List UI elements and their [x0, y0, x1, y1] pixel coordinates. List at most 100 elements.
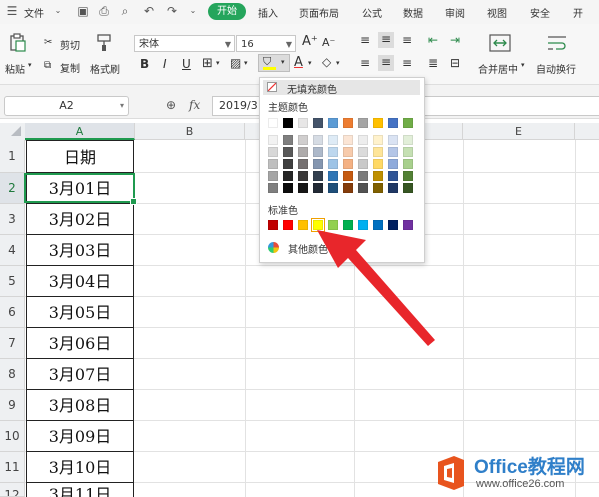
fx-icon[interactable]: fx [189, 98, 200, 112]
column-header-e[interactable]: E [463, 123, 575, 140]
theme-shade-swatch[interactable] [388, 171, 398, 181]
borders-icon[interactable]: ⊞ [202, 56, 213, 71]
theme-color-swatch[interactable] [328, 118, 338, 128]
file-menu[interactable]: 文件 [24, 5, 44, 20]
theme-shade-swatch[interactable] [328, 159, 338, 169]
theme-shade-swatch[interactable] [328, 135, 338, 145]
theme-shade-swatch[interactable] [403, 171, 413, 181]
standard-color-swatch[interactable] [403, 220, 413, 230]
row-header-11[interactable]: 11 [0, 452, 25, 483]
theme-shade-swatch[interactable] [358, 159, 368, 169]
scissors-icon[interactable]: ✂ [44, 37, 52, 48]
theme-shade-swatch[interactable] [268, 147, 278, 157]
theme-shade-swatch[interactable] [373, 147, 383, 157]
row-header-4[interactable]: 4 [0, 235, 25, 266]
theme-color-swatch[interactable] [403, 118, 413, 128]
row-header-7[interactable]: 7 [0, 328, 25, 359]
justify-icon[interactable]: ≣ [428, 56, 438, 70]
theme-shade-swatch[interactable] [268, 135, 278, 145]
tab-more[interactable]: 开 [573, 5, 583, 20]
align-middle-icon[interactable]: ≡ [378, 32, 394, 48]
theme-shade-swatch[interactable] [358, 171, 368, 181]
chevron-down-icon[interactable]: ⌄ [52, 5, 64, 17]
more-colors-option[interactable]: 其他颜色 [263, 240, 420, 256]
row-header-5[interactable]: 5 [0, 266, 25, 297]
theme-shade-swatch[interactable] [283, 171, 293, 181]
align-top-icon[interactable]: ≡ [360, 33, 370, 47]
theme-shade-swatch[interactable] [388, 135, 398, 145]
row-header-3[interactable]: 3 [0, 204, 25, 235]
row-header-1[interactable]: 1 [0, 140, 25, 173]
select-all-corner[interactable] [0, 123, 26, 141]
cell-a11[interactable]: 3月10日 [26, 452, 134, 483]
bold-button[interactable]: B [140, 57, 149, 71]
theme-shade-swatch[interactable] [373, 159, 383, 169]
standard-color-swatch[interactable] [298, 220, 308, 230]
theme-shade-swatch[interactable] [328, 171, 338, 181]
theme-color-swatch[interactable] [268, 118, 278, 128]
theme-shade-swatch[interactable] [298, 159, 308, 169]
tab-insert[interactable]: 插入 [258, 5, 278, 20]
standard-color-swatch[interactable] [268, 220, 278, 230]
tab-data[interactable]: 数据 [403, 5, 423, 20]
standard-color-swatch[interactable] [283, 220, 293, 230]
theme-shade-swatch[interactable] [403, 159, 413, 169]
tab-view[interactable]: 视图 [487, 5, 507, 20]
theme-shade-swatch[interactable] [313, 159, 323, 169]
theme-shade-swatch[interactable] [328, 147, 338, 157]
theme-shade-swatch[interactable] [373, 183, 383, 193]
font-name-select[interactable]: 宋体 ▼ [134, 35, 235, 52]
decrease-font-icon[interactable]: A⁻ [322, 36, 335, 49]
theme-shade-swatch[interactable] [298, 183, 308, 193]
theme-color-swatch[interactable] [358, 118, 368, 128]
wrap-text-button[interactable]: 自动换行 [536, 61, 576, 76]
theme-shade-swatch[interactable] [403, 135, 413, 145]
align-right-icon[interactable]: ≡ [402, 56, 412, 70]
increase-font-icon[interactable]: A⁺ [302, 34, 318, 49]
cell-a9[interactable]: 3月08日 [26, 390, 134, 421]
row-header-9[interactable]: 9 [0, 390, 25, 421]
cell-a7[interactable]: 3月06日 [26, 328, 134, 359]
cut-button[interactable]: 剪切 [60, 37, 80, 52]
theme-color-swatch[interactable] [313, 118, 323, 128]
row-header-12[interactable]: 12 [0, 483, 25, 497]
distributed-icon[interactable]: ⊟ [450, 56, 460, 70]
italic-button[interactable]: I [163, 57, 167, 71]
standard-color-swatch[interactable] [343, 220, 353, 230]
clear-format-icon[interactable]: ◇ [322, 55, 331, 69]
standard-color-swatch[interactable] [373, 220, 383, 230]
theme-shade-swatch[interactable] [388, 147, 398, 157]
theme-color-swatch[interactable] [373, 118, 383, 128]
font-color-icon[interactable]: A [294, 55, 303, 70]
wrap-text-icon[interactable] [546, 33, 568, 53]
theme-shade-swatch[interactable] [313, 147, 323, 157]
theme-shade-swatch[interactable] [343, 147, 353, 157]
tab-review[interactable]: 审阅 [445, 5, 465, 20]
theme-shade-swatch[interactable] [313, 171, 323, 181]
paste-button[interactable]: 粘贴 [5, 61, 25, 76]
theme-shade-swatch[interactable] [283, 135, 293, 145]
tab-formulas[interactable]: 公式 [362, 5, 382, 20]
cell-a5[interactable]: 3月04日 [26, 266, 134, 297]
font-size-select[interactable]: 16 ▼ [236, 35, 296, 52]
merge-dropdown-icon[interactable]: ▾ [521, 61, 525, 69]
tab-security[interactable]: 安全 [530, 5, 550, 20]
tab-page-layout[interactable]: 页面布局 [299, 5, 339, 20]
standard-color-swatch[interactable] [328, 220, 338, 230]
format-painter-button[interactable]: 格式刷 [90, 61, 120, 76]
theme-shade-swatch[interactable] [358, 183, 368, 193]
cell-a1[interactable]: 日期 [26, 140, 134, 173]
cell-a4[interactable]: 3月03日 [26, 235, 134, 266]
theme-shade-swatch[interactable] [298, 171, 308, 181]
borders-dropdown-icon[interactable]: ▾ [216, 59, 220, 67]
tab-home[interactable]: 开始 [208, 3, 246, 20]
standard-color-swatch[interactable] [388, 220, 398, 230]
theme-color-swatch[interactable] [343, 118, 353, 128]
theme-shade-swatch[interactable] [388, 183, 398, 193]
hamburger-menu-icon[interactable]: ☰ [6, 5, 18, 17]
redo-icon[interactable]: ↷ [166, 5, 178, 17]
standard-color-swatch[interactable] [358, 220, 368, 230]
cell-a6[interactable]: 3月05日 [26, 297, 134, 328]
zoom-icon[interactable]: ⊕ [166, 98, 176, 112]
column-header-f[interactable] [575, 123, 599, 140]
